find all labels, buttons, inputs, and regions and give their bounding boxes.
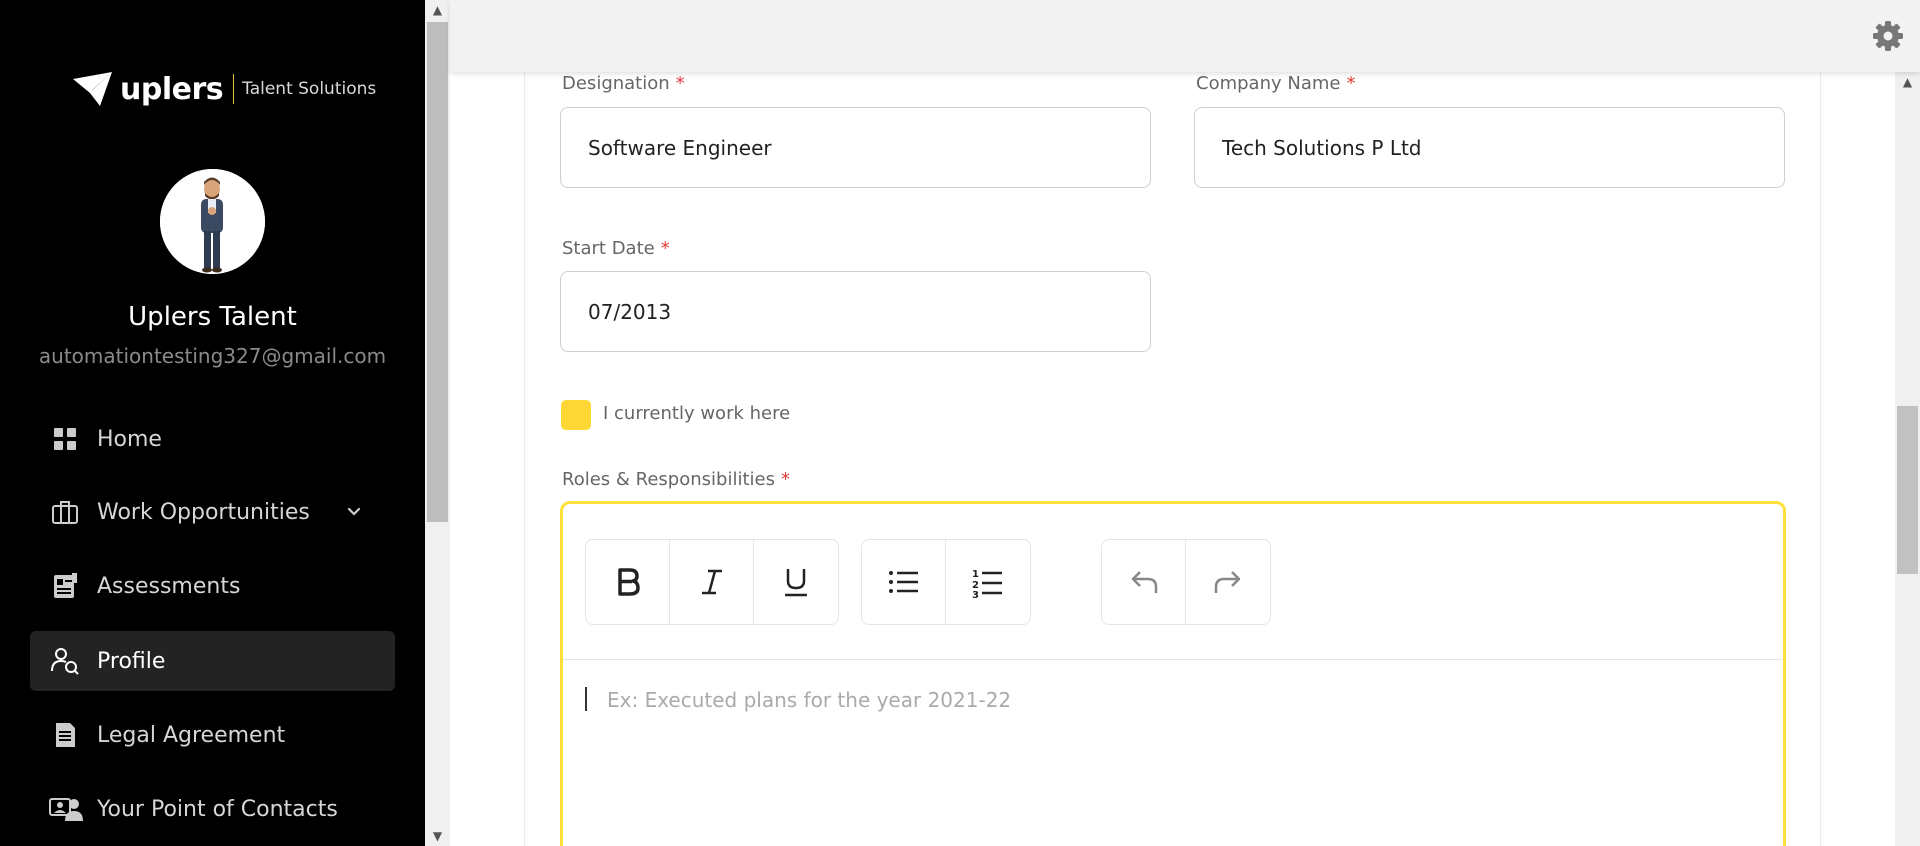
start-date-label: Start Date * <box>562 238 670 259</box>
avatar[interactable] <box>160 169 265 274</box>
sidebar: uplers Talent Solutions Uplers Talent au… <box>0 0 425 846</box>
text-caret <box>585 687 587 711</box>
company-name-value: Tech Solutions P Ltd <box>1222 135 1422 160</box>
start-date-field[interactable]: 07/2013 <box>560 271 1151 352</box>
user-email: automationtesting327@gmail.com <box>38 344 387 368</box>
user-name: Uplers Talent <box>128 302 297 332</box>
sidebar-item-label: Legal Agreement <box>97 722 286 748</box>
svg-text:1: 1 <box>972 569 979 580</box>
undo-button[interactable] <box>1102 540 1186 624</box>
currently-work-here-checkbox[interactable] <box>561 400 591 430</box>
start-date-value: 07/2013 <box>588 299 672 324</box>
company-name-label: Company Name * <box>1196 73 1356 94</box>
company-name-field[interactable]: Tech Solutions P Ltd <box>1194 107 1785 188</box>
numbered-list-icon: 1 2 3 <box>972 569 1002 598</box>
bullet-list-button[interactable] <box>862 540 946 624</box>
underline-button[interactable] <box>754 540 838 624</box>
bullet-list-icon <box>888 571 918 593</box>
sidebar-item-home[interactable]: Home <box>30 409 395 469</box>
underline-icon <box>785 569 807 597</box>
uplers-logo[interactable]: uplers Talent Solutions <box>70 66 376 112</box>
toolbar-divider <box>563 659 1783 660</box>
sidebar-item-assessments[interactable]: Assessments <box>30 556 395 616</box>
card-border-right <box>1820 72 1821 846</box>
uplers-logo-icon <box>73 72 112 106</box>
bold-icon <box>617 568 640 596</box>
roles-editor[interactable]: 1 2 3 Ex: Executed plans for the year 20… <box>560 501 1786 846</box>
grid-icon <box>54 428 76 450</box>
numbered-list-button[interactable]: 1 2 3 <box>946 540 1030 624</box>
sidebar-item-label: Profile <box>97 648 166 674</box>
scroll-up-arrow-icon[interactable]: ▲ <box>425 0 450 20</box>
bold-button[interactable] <box>586 540 670 624</box>
roles-label: Roles & Responsibilities * <box>562 469 790 490</box>
content-scrollbar[interactable]: ▲ <box>1895 72 1920 846</box>
gear-icon[interactable] <box>1872 20 1904 52</box>
designation-field[interactable]: Software Engineer <box>560 107 1151 188</box>
list-toolbar-group: 1 2 3 <box>861 539 1031 625</box>
briefcase-icon <box>52 501 78 524</box>
assessment-icon <box>54 573 77 598</box>
italic-icon <box>701 569 722 595</box>
currently-work-here-label: I currently work here <box>603 403 791 424</box>
scroll-up-arrow-icon[interactable]: ▲ <box>1895 72 1920 92</box>
logo-divider <box>233 74 235 104</box>
redo-button[interactable] <box>1186 540 1270 624</box>
top-bar <box>450 0 1920 72</box>
sidebar-item-legal-agreement[interactable]: Legal Agreement <box>30 705 395 765</box>
brand-tagline: Talent Solutions <box>242 79 377 99</box>
history-toolbar-group <box>1101 539 1271 625</box>
profile-search-icon <box>51 648 79 675</box>
sidebar-item-label: Home <box>97 426 162 452</box>
sidebar-item-label: Assessments <box>97 573 241 599</box>
sidebar-item-work-opportunities[interactable]: Work Opportunities <box>30 482 395 542</box>
scrollbar-thumb[interactable] <box>1897 406 1918 574</box>
sidebar-item-profile[interactable]: Profile <box>30 631 395 691</box>
brand-name: uplers <box>120 71 224 107</box>
italic-button[interactable] <box>670 540 754 624</box>
designation-value: Software Engineer <box>588 135 772 160</box>
contacts-icon <box>49 798 83 821</box>
designation-label: Designation * <box>562 73 685 94</box>
redo-icon <box>1214 571 1241 593</box>
format-toolbar-group <box>585 539 839 625</box>
editor-placeholder: Ex: Executed plans for the year 2021-22 <box>607 688 1012 712</box>
card-border-left <box>524 72 525 846</box>
sidebar-item-label: Your Point of Contacts <box>97 796 338 822</box>
chevron-down-icon[interactable] <box>345 503 363 521</box>
sidebar-item-label: Work Opportunities <box>97 499 310 525</box>
document-icon <box>56 723 75 747</box>
svg-text:3: 3 <box>972 590 979 598</box>
sidebar-scrollbar[interactable]: ▲ ▼ <box>425 0 450 846</box>
avatar-illustration <box>160 169 265 274</box>
undo-icon <box>1131 571 1157 593</box>
sidebar-item-your-point-of-contacts[interactable]: Your Point of Contacts <box>30 779 395 839</box>
scroll-down-arrow-icon[interactable]: ▼ <box>425 826 450 846</box>
scrollbar-thumb[interactable] <box>427 22 448 522</box>
